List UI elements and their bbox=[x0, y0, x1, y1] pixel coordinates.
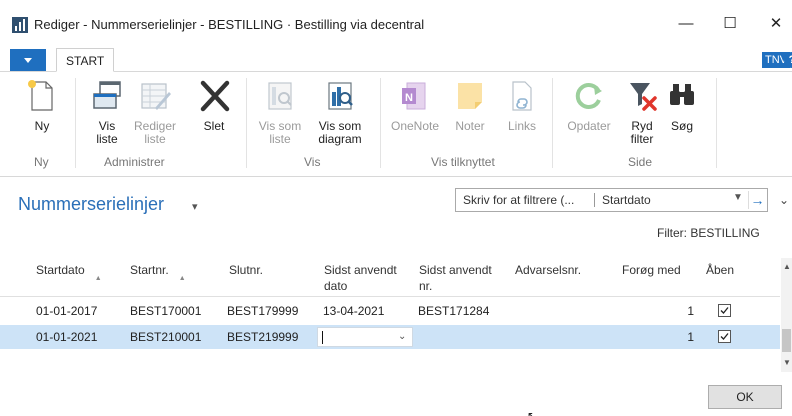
search-button[interactable]: Søg bbox=[664, 78, 700, 133]
checkmark-icon bbox=[720, 307, 729, 314]
filter-field-select[interactable]: Startdato bbox=[602, 193, 651, 207]
scroll-thumb[interactable] bbox=[782, 329, 791, 352]
column-header-sidst-anvendt-dato[interactable]: Sidst anvendt dato bbox=[324, 262, 397, 294]
view-as-list-button[interactable]: Vis som liste bbox=[254, 78, 306, 146]
column-header-sidst-anvendt-nr[interactable]: Sidst anvendt nr. bbox=[419, 262, 492, 294]
mouse-cursor-icon: ↖ bbox=[527, 409, 538, 416]
view-list-button[interactable]: Vis liste bbox=[86, 78, 128, 146]
sort-icon: ▲ bbox=[178, 275, 186, 282]
group-label-vis-tilknyttet: Vis tilknyttet bbox=[431, 155, 495, 169]
title-bar: Rediger - Nummerserielinjer - BESTILLING… bbox=[0, 0, 792, 48]
links-icon bbox=[504, 78, 540, 114]
edit-list-button[interactable]: Rediger liste bbox=[130, 78, 180, 146]
cell-startnr[interactable]: BEST210001 bbox=[130, 330, 201, 344]
text-caret bbox=[322, 331, 323, 344]
cell-forog-med[interactable]: 1 bbox=[640, 330, 694, 344]
sidst-anvendt-dato-input[interactable]: ⌄ bbox=[317, 327, 413, 347]
table-row[interactable]: 01-01-2017 BEST170001 BEST179999 13-04-2… bbox=[0, 299, 780, 323]
svg-text:N: N bbox=[405, 92, 413, 104]
onenote-icon: N bbox=[397, 78, 433, 114]
chevron-down-icon[interactable]: ▾ bbox=[192, 200, 198, 213]
scroll-down-icon[interactable]: ▼ bbox=[783, 358, 791, 367]
clear-filter-button[interactable]: Ryd filter bbox=[622, 78, 662, 146]
view-as-list-icon bbox=[262, 78, 298, 114]
page-title[interactable]: Nummerserielinjer bbox=[18, 194, 164, 215]
filter-divider bbox=[594, 193, 595, 207]
cell-sidst-anvendt-dato[interactable]: 13-04-2021 bbox=[323, 304, 384, 318]
column-header-slutnr[interactable]: Slutnr. bbox=[229, 262, 263, 278]
window-title: Rediger - Nummerserielinjer - BESTILLING… bbox=[34, 17, 425, 32]
arrow-right-icon[interactable]: → bbox=[748, 191, 766, 209]
links-button[interactable]: Links bbox=[500, 78, 544, 133]
column-header-advarselsnr[interactable]: Advarselsnr. bbox=[515, 262, 581, 278]
close-button[interactable]: ✕ bbox=[760, 10, 792, 38]
onenote-button[interactable]: N OneNote bbox=[386, 78, 444, 133]
vertical-scrollbar[interactable]: ▲ ▼ bbox=[781, 258, 792, 372]
view-list-icon bbox=[89, 78, 125, 114]
group-label-ny: Ny bbox=[34, 155, 49, 169]
view-as-chart-button[interactable]: Vis som diagram bbox=[312, 78, 368, 146]
refresh-icon bbox=[571, 78, 607, 114]
new-button[interactable]: Ny bbox=[22, 78, 62, 133]
cell-startdato[interactable]: 01-01-2021 bbox=[36, 330, 97, 344]
ok-button[interactable]: OK bbox=[708, 385, 782, 409]
edit-list-icon bbox=[137, 78, 173, 114]
filter-input[interactable]: Skriv for at filtrere (... bbox=[463, 193, 574, 207]
notes-button[interactable]: Noter bbox=[450, 78, 490, 133]
cell-forog-med[interactable]: 1 bbox=[640, 304, 694, 318]
filter-dropdown-icon[interactable]: ▼ bbox=[733, 192, 743, 203]
ribbon: Ny Ny Vis liste Rediger liste Slet Admin… bbox=[0, 72, 792, 177]
group-label-side: Side bbox=[628, 155, 653, 169]
column-header-startdato[interactable]: Startdato▲ bbox=[36, 262, 102, 287]
dropdown-chevron-icon[interactable]: ⌄ bbox=[398, 331, 406, 342]
cell-startdato[interactable]: 01-01-2017 bbox=[36, 304, 97, 318]
delete-button[interactable]: Slet bbox=[196, 78, 232, 133]
clear-filter-icon bbox=[624, 78, 660, 114]
app-icon bbox=[12, 17, 28, 33]
group-label-vis: Vis bbox=[304, 155, 321, 169]
filter-box: Skriv for at filtrere (... Startdato ▼ → bbox=[455, 188, 768, 212]
delete-x-icon bbox=[196, 78, 232, 114]
view-as-chart-icon bbox=[322, 78, 358, 114]
cell-sidst-anvendt-nr[interactable]: BEST171284 bbox=[418, 304, 489, 318]
cell-slutnr[interactable]: BEST179999 bbox=[227, 304, 298, 318]
checkmark-icon bbox=[720, 333, 729, 340]
sort-icon: ▲ bbox=[94, 275, 102, 282]
group-label-administrer: Administrer bbox=[104, 155, 165, 169]
column-header-aben[interactable]: Åben bbox=[706, 262, 734, 278]
filter-summary: Filter: BESTILLING bbox=[657, 226, 760, 240]
ribbon-tab-strip: START TNV ? bbox=[0, 48, 792, 72]
table-row-selected[interactable]: 01-01-2021 BEST210001 BEST219999 ⌄ 1 bbox=[0, 325, 780, 349]
cell-startnr[interactable]: BEST170001 bbox=[130, 304, 201, 318]
column-header-forog-med[interactable]: Forøg med bbox=[622, 262, 681, 278]
header-divider bbox=[0, 296, 780, 297]
binoculars-icon bbox=[664, 78, 700, 114]
refresh-button[interactable]: Opdater bbox=[562, 78, 616, 133]
cell-slutnr[interactable]: BEST219999 bbox=[227, 330, 298, 344]
checkbox-aben[interactable] bbox=[718, 330, 731, 343]
app-menu-button[interactable] bbox=[10, 49, 46, 71]
maximize-button[interactable]: ☐ bbox=[714, 10, 746, 38]
collapse-chevron-icon[interactable]: ⌄ bbox=[779, 193, 789, 207]
checkbox-aben[interactable] bbox=[718, 304, 731, 317]
minimize-button[interactable]: — bbox=[670, 10, 702, 38]
column-header-startnr[interactable]: Startnr.▲ bbox=[130, 262, 186, 287]
tab-start[interactable]: START bbox=[56, 48, 115, 72]
scroll-up-icon[interactable]: ▲ bbox=[783, 262, 791, 271]
notes-icon bbox=[452, 78, 488, 114]
new-document-icon bbox=[24, 78, 60, 114]
